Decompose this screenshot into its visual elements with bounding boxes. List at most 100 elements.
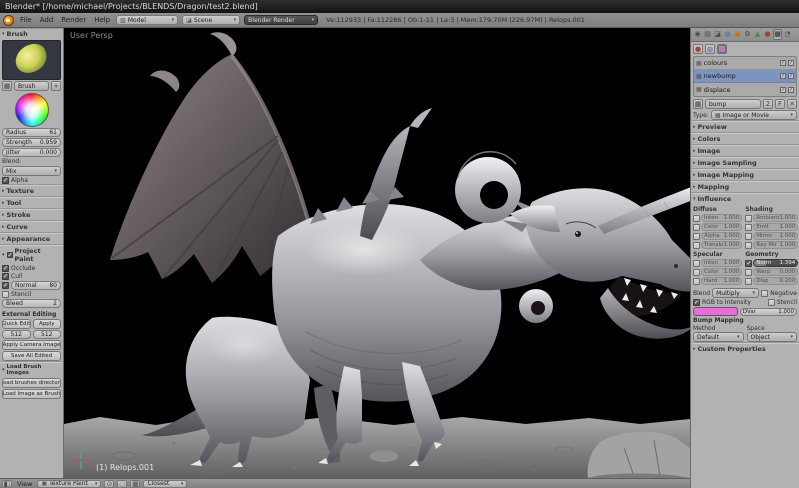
browse-texture-icon[interactable]: ▦ xyxy=(693,99,703,109)
influence-slider[interactable]: Ray Mir 1.000 xyxy=(753,241,799,249)
influence-slider[interactable]: Emit 1.000 xyxy=(753,223,799,231)
alpha-checkbox[interactable]: ✓ xyxy=(2,177,9,184)
tab-render-layers-icon[interactable]: ▤ xyxy=(703,29,712,40)
sampling-select[interactable]: Closest ▾ xyxy=(143,479,188,488)
influence-slider[interactable]: Mirror 1.000 xyxy=(753,232,799,240)
bump-space-select[interactable]: Object ▾ xyxy=(746,332,797,342)
render-engine-select[interactable]: Blender Render ▾ xyxy=(244,15,319,25)
viewport-shading-icon[interactable]: ⊙ xyxy=(104,479,115,488)
stencil-checkbox[interactable] xyxy=(2,291,9,298)
texture-slot-colours[interactable]: ▦ colours ✓ ✓ xyxy=(694,57,796,70)
tab-texture-icon[interactable]: ▦ xyxy=(773,29,782,40)
menu-help[interactable]: Help xyxy=(92,16,112,24)
rgb-to-intensity-checkbox[interactable]: ✓ xyxy=(693,299,700,306)
panel-colors[interactable]: ▸ Colors xyxy=(691,133,799,144)
brush-datablock-icon[interactable]: ▦ xyxy=(2,81,12,91)
specular-hardness-checkbox[interactable] xyxy=(693,277,700,285)
influence-slider[interactable]: Warp 0.000 xyxy=(753,268,799,276)
occlude-checkbox[interactable]: ✓ xyxy=(2,265,9,272)
jitter-slider[interactable]: Jitter 0.000 xyxy=(2,148,61,157)
panel-tool[interactable]: ▸ Tool xyxy=(0,197,63,208)
tab-object-data-icon[interactable]: ▲ xyxy=(753,29,762,40)
slot-visibility-checkbox[interactable]: ✓ xyxy=(788,60,794,66)
cull-checkbox[interactable]: ✓ xyxy=(2,273,9,280)
material-textures-tab-icon[interactable]: ● xyxy=(693,44,703,54)
texture-name-field[interactable]: bump xyxy=(705,99,761,109)
slot-enable-checkbox[interactable]: ✓ xyxy=(780,60,786,66)
tab-physics-icon[interactable]: ◔ xyxy=(783,29,792,40)
diffuse-intensity-checkbox[interactable] xyxy=(693,214,700,222)
slot-visibility-checkbox[interactable]: ✓ xyxy=(788,73,794,79)
stencil-checkbox[interactable] xyxy=(767,299,775,306)
tab-object-icon[interactable]: ▣ xyxy=(733,29,742,40)
fake-user-button[interactable]: F xyxy=(775,99,785,109)
normal-checkbox[interactable]: ✓ xyxy=(2,282,9,289)
menu-add[interactable]: Add xyxy=(38,16,56,24)
texture-slot-displace[interactable]: ▦ displace ✓ ✓ xyxy=(694,83,796,96)
radius-slider[interactable]: Radius 61 xyxy=(2,128,61,137)
blend-mode-select[interactable]: Mix ▾ xyxy=(2,166,61,176)
save-all-edited-button[interactable]: Save All Edited xyxy=(2,351,61,361)
normal-influence-slider[interactable]: Norm 1.394 xyxy=(753,259,799,267)
screen-layout-select[interactable]: ▧ Model ▾ xyxy=(116,15,179,25)
slot-enable-checkbox[interactable]: ✓ xyxy=(780,73,786,79)
strength-slider[interactable]: Strength 0.959 xyxy=(2,138,61,147)
menu-render[interactable]: Render xyxy=(59,16,88,24)
panel-custom-properties[interactable]: ▸ Custom Properties xyxy=(691,343,799,354)
view-menu[interactable]: View xyxy=(15,480,34,488)
panel-brush[interactable]: ▾ Brush xyxy=(0,29,63,39)
specular-intensity-checkbox[interactable] xyxy=(693,259,700,267)
panel-texture[interactable]: ▸ Texture xyxy=(0,185,63,196)
geometry-warp-checkbox[interactable] xyxy=(745,268,753,276)
shading-raymir-checkbox[interactable] xyxy=(745,241,753,249)
tab-scene-icon[interactable]: ◪ xyxy=(713,29,722,40)
shading-ambient-checkbox[interactable] xyxy=(745,214,753,222)
tab-modifiers-icon[interactable]: ⚙ xyxy=(743,29,752,40)
influence-slider[interactable]: Inten 1.000 xyxy=(701,214,743,222)
panel-image-sampling[interactable]: ▸ Image Sampling xyxy=(691,157,799,168)
influence-slider[interactable]: Translu 1.000 xyxy=(701,241,743,249)
brush-textures-tab-icon[interactable]: ▦ xyxy=(717,44,727,54)
quick-edit-button[interactable]: Quick Edit xyxy=(2,319,31,329)
intensity-color-swatch[interactable] xyxy=(693,307,738,316)
texture-type-select[interactable]: ▦ Image or Movie ▾ xyxy=(710,110,797,120)
tab-render-icon[interactable]: ◉ xyxy=(693,29,702,40)
influence-slider[interactable]: Inten 1.000 xyxy=(701,259,743,267)
brush-preview[interactable] xyxy=(2,40,61,80)
world-textures-tab-icon[interactable]: ◍ xyxy=(705,44,715,54)
bleed-slider[interactable]: Bleed 2 xyxy=(2,299,61,308)
shading-emit-checkbox[interactable] xyxy=(745,223,753,231)
blend-mode-select[interactable]: Multiply ▾ xyxy=(712,288,760,298)
tab-world-icon[interactable]: ◍ xyxy=(723,29,732,40)
apply-camera-image-button[interactable]: Apply Camera Image xyxy=(2,340,61,350)
load-image-as-brush-button[interactable]: Load Image as Brush xyxy=(2,389,61,399)
editor-width-field[interactable]: 512 xyxy=(2,330,31,339)
load-brushes-directory-button[interactable]: Load brushes directory xyxy=(2,378,61,388)
dvar-slider[interactable]: DVar 1.000 xyxy=(739,307,797,316)
geometry-normal-checkbox[interactable]: ✓ xyxy=(745,259,753,267)
panel-preview[interactable]: ▸ Preview xyxy=(691,121,799,132)
tab-material-icon[interactable]: ● xyxy=(763,29,772,40)
panel-curve[interactable]: ▸ Curve xyxy=(0,221,63,232)
unlink-button[interactable]: ✕ xyxy=(787,99,797,109)
shading-mirror-checkbox[interactable] xyxy=(745,232,753,240)
add-brush-button[interactable]: + xyxy=(51,81,61,91)
diffuse-color-checkbox[interactable] xyxy=(693,223,700,231)
panel-project-paint[interactable]: ▾ ✓ Project Paint xyxy=(0,245,63,264)
slot-enable-checkbox[interactable]: ✓ xyxy=(780,86,786,93)
texture-slot-newbump[interactable]: ▦ newbump ✓ ✓ xyxy=(694,70,796,83)
panel-mapping[interactable]: ▸ Mapping xyxy=(691,181,799,192)
menu-file[interactable]: File xyxy=(18,16,34,24)
blender-logo-icon[interactable] xyxy=(3,14,14,26)
panel-image[interactable]: ▸ Image xyxy=(691,145,799,156)
brush-name-field[interactable]: Brush xyxy=(14,81,49,91)
negative-checkbox[interactable] xyxy=(761,289,769,297)
panel-load-brush-images[interactable]: ▾ Load Brush Images xyxy=(0,362,63,377)
influence-slider[interactable]: Disp 0.200 xyxy=(753,277,799,285)
color-wheel[interactable] xyxy=(14,93,49,127)
specular-color-checkbox[interactable] xyxy=(693,268,700,276)
influence-slider[interactable]: Color 1.000 xyxy=(701,223,743,231)
influence-slider[interactable]: Alpha 1.000 xyxy=(701,232,743,240)
panel-image-mapping[interactable]: ▸ Image Mapping xyxy=(691,169,799,180)
influence-slider[interactable]: Color 1.000 xyxy=(701,268,743,276)
